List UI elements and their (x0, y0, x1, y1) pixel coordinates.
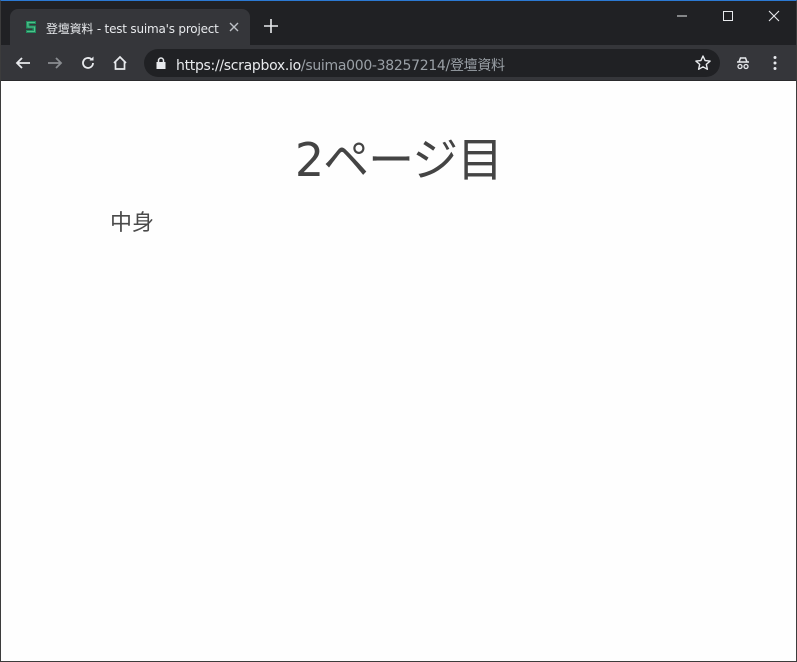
url-text[interactable]: https://scrapbox.io/suima000-38257214/登壇… (176, 55, 505, 75)
minimize-button[interactable] (659, 1, 705, 31)
incognito-button[interactable] (731, 51, 755, 75)
forward-button[interactable] (43, 51, 67, 75)
home-icon (113, 55, 127, 70)
scrapbox-favicon-icon (23, 19, 39, 35)
plus-icon[interactable] (262, 17, 280, 35)
reload-button[interactable] (76, 51, 100, 75)
back-arrow-icon (15, 57, 30, 69)
star-icon[interactable] (694, 54, 712, 72)
close-icon[interactable] (226, 19, 242, 35)
browser-toolbar: https://scrapbox.io/suima000-38257214/登壇… (1, 45, 796, 81)
tab-title: 登壇資料 - test suima's project (46, 22, 219, 36)
window-close-button[interactable] (751, 1, 796, 31)
url-host: https://scrapbox.io (176, 58, 301, 74)
back-button[interactable] (11, 51, 35, 75)
close-icon (768, 10, 780, 22)
page-content: 2ページ目 中身 (1, 82, 796, 661)
incognito-icon (737, 57, 749, 70)
forward-arrow-icon (48, 57, 63, 69)
url-path: /suima000-38257214/登壇資料 (300, 58, 505, 74)
active-tab[interactable]: 登壇資料 - test suima's project (10, 9, 250, 45)
home-button[interactable] (108, 51, 132, 75)
browser-window: 登壇資料 - test suima's project https://scra… (0, 0, 797, 662)
tab-strip: 登壇資料 - test suima's project (1, 1, 796, 45)
more-vert-icon (773, 56, 777, 70)
maximize-icon (723, 11, 733, 21)
page-title[interactable]: 2ページ目 (1, 124, 796, 190)
maximize-button[interactable] (705, 1, 751, 31)
minimize-icon (677, 15, 687, 17)
page-line[interactable]: 中身 (110, 205, 154, 237)
lock-icon[interactable] (155, 56, 167, 70)
menu-button[interactable] (763, 51, 787, 75)
reload-icon (82, 56, 94, 69)
address-bar[interactable]: https://scrapbox.io/suima000-38257214/登壇… (144, 49, 720, 77)
